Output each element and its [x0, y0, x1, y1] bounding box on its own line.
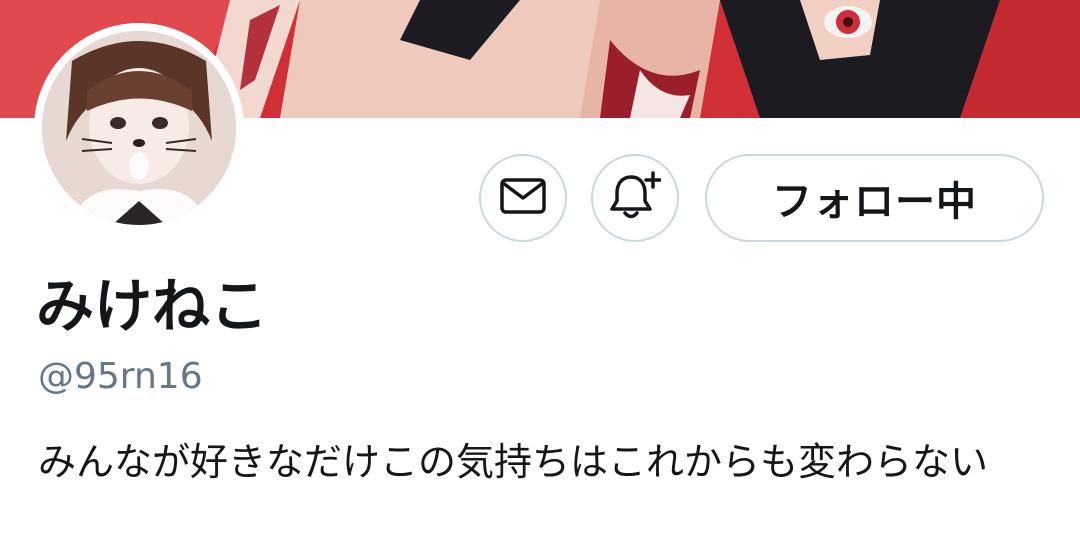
following-button[interactable]: フォロー中 — [705, 154, 1044, 242]
profile-bio: みんなが好きなだけこの気持ちはこれからも変わらない — [38, 440, 989, 484]
user-handle: @95rn16 — [38, 356, 203, 397]
notification-button[interactable] — [591, 154, 679, 242]
display-name: みけねこ — [36, 272, 269, 340]
message-button[interactable] — [479, 154, 567, 242]
avatar-image — [42, 31, 236, 225]
avatar[interactable] — [34, 23, 244, 233]
mail-icon — [500, 178, 546, 218]
bell-plus-icon — [609, 171, 662, 225]
